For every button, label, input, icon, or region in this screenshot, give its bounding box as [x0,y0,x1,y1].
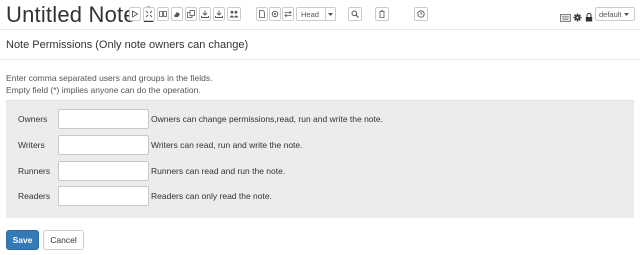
lock-icon [585,13,593,22]
instruction-line-1: Enter comma separated users and groups i… [6,73,213,83]
runners-input[interactable] [58,161,149,181]
remove-note-button[interactable] [375,7,389,21]
clear-output-icon [174,12,180,17]
keyboard-icon [560,14,571,22]
hide-code-icon [145,10,153,18]
compare-icon [284,10,292,18]
export-note-alt-button[interactable] [213,7,225,21]
revision-label: Head [301,9,319,19]
clear-output-button[interactable] [171,7,183,21]
clone-note-button[interactable] [185,7,197,21]
trash-icon [379,10,385,18]
owners-label: Owners [18,114,48,124]
writers-description: Writers can read, run and write the note… [151,140,303,150]
readers-label: Readers [18,191,51,201]
export-icon [201,10,209,18]
run-scheduler-button[interactable] [414,7,428,21]
owners-description: Owners can change permissions,read, run … [151,114,383,124]
hide-output-icon [159,11,167,17]
gear-icon [573,13,582,22]
interpreter-binding-button[interactable] [573,9,582,27]
instruction-line-2: Empty field (*) implies anyone can do th… [6,85,201,95]
writers-label: Writers [18,140,45,150]
divider [0,59,640,60]
users-icon [229,10,239,18]
version-icon [259,10,265,18]
cancel-button[interactable]: Cancel [43,230,84,250]
note-header: Untitled Note 1 Head default [0,0,640,30]
commit-button[interactable] [269,7,281,21]
commit-icon [271,10,279,18]
export-note-button[interactable] [199,7,211,21]
writers-input[interactable] [58,135,149,155]
permissions-panel: Owners Owners can change permissions,rea… [6,100,634,218]
owners-input[interactable] [58,109,149,129]
caret-down-icon [325,8,335,20]
clone-icon [187,10,195,18]
show-hide-code-button[interactable] [143,7,155,21]
export-alt-icon [215,10,223,18]
search-code-button[interactable] [348,7,362,21]
revision-select[interactable]: Head [296,7,336,21]
note-permissions-button[interactable] [227,7,241,21]
readers-input[interactable] [58,186,149,206]
runners-label: Runners [18,166,51,176]
permissions-title: Note Permissions (Only note owners can c… [6,39,249,51]
search-icon [351,10,359,18]
keyboard-shortcut-button[interactable] [560,9,571,27]
interpreter-default-label: default [599,9,622,19]
note-permissions-lock[interactable] [585,9,593,27]
run-all-paragraphs-button[interactable] [129,7,141,21]
version-control-button[interactable] [256,7,268,21]
compare-revisions-button[interactable] [282,7,294,21]
show-hide-output-button[interactable] [157,7,169,21]
readers-description: Readers can only read the note. [151,191,272,201]
interpreter-default-select[interactable]: default [595,7,635,21]
caret-down-icon [623,12,629,16]
runners-description: Runners can read and run the note. [151,166,286,176]
save-button[interactable]: Save [6,230,39,250]
schedule-icon [417,10,425,18]
play-icon [132,10,139,18]
